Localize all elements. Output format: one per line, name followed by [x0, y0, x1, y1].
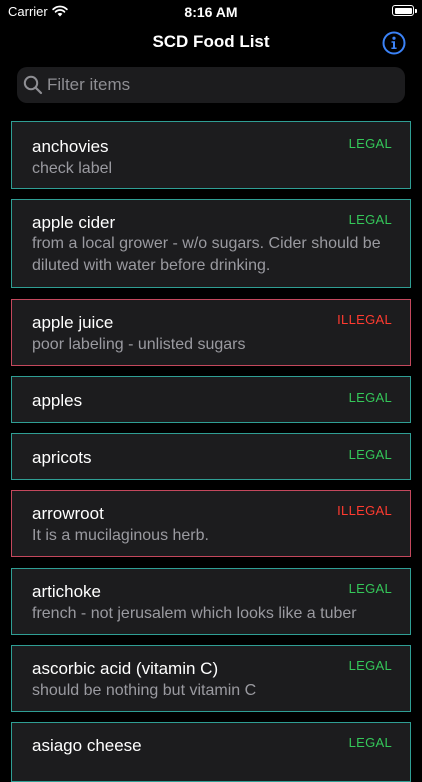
- item-name: apricots: [32, 448, 92, 467]
- status-bar: Carrier 8:16 AM: [0, 0, 422, 22]
- item-name: asiago cheese: [32, 736, 142, 755]
- list-item[interactable]: arrowroot It is a mucilaginous herb. ILL…: [11, 490, 411, 557]
- item-name: apple juice: [32, 313, 114, 332]
- list-item[interactable]: artichoke french - not jerusalem which l…: [11, 568, 411, 635]
- search-bar[interactable]: [17, 67, 405, 103]
- search-icon: [23, 75, 43, 100]
- status-badge: LEGAL: [348, 136, 392, 151]
- list-item[interactable]: apple cider from a local grower - w/o su…: [11, 199, 411, 288]
- status-badge: LEGAL: [348, 447, 392, 462]
- item-note: poor labeling - unlisted sugars: [32, 336, 246, 353]
- item-name: anchovies: [32, 137, 109, 156]
- status-badge: LEGAL: [348, 735, 392, 750]
- battery-icon: [392, 5, 417, 16]
- list-item[interactable]: apricots LEGAL: [11, 433, 411, 480]
- item-note: should be nothing but vitamin C: [32, 682, 257, 699]
- search-input[interactable]: [47, 67, 397, 103]
- item-name: arrowroot: [32, 504, 104, 523]
- info-button[interactable]: [382, 31, 406, 55]
- list-item[interactable]: anchovies check label LEGAL: [11, 121, 411, 189]
- item-name: ascorbic acid (vitamin C): [32, 659, 219, 678]
- clock: 8:16 AM: [184, 4, 238, 20]
- item-note: It is a mucilaginous herb.: [32, 527, 209, 544]
- item-note: from a local grower - w/o sugars. Cider …: [32, 235, 381, 274]
- status-badge: ILLEGAL: [337, 503, 392, 518]
- list-item[interactable]: ascorbic acid (vitamin C) should be noth…: [11, 645, 411, 712]
- item-note: check label: [32, 160, 113, 177]
- list-item[interactable]: apples LEGAL: [11, 376, 411, 423]
- status-badge: LEGAL: [348, 390, 392, 405]
- item-name: artichoke: [32, 582, 101, 601]
- item-note: french - not jerusalem which looks like …: [32, 605, 357, 622]
- status-badge: LEGAL: [348, 212, 392, 227]
- list-item[interactable]: apple juice poor labeling - unlisted sug…: [11, 299, 411, 366]
- status-badge: LEGAL: [348, 658, 392, 673]
- status-badge: LEGAL: [348, 581, 392, 596]
- info-icon: [382, 31, 406, 55]
- item-name: apple cider: [32, 213, 116, 232]
- list-item[interactable]: asiago cheese LEGAL: [11, 722, 411, 782]
- status-badge: ILLEGAL: [337, 312, 392, 327]
- item-name: apples: [32, 391, 83, 410]
- page-title: SCD Food List: [152, 32, 270, 51]
